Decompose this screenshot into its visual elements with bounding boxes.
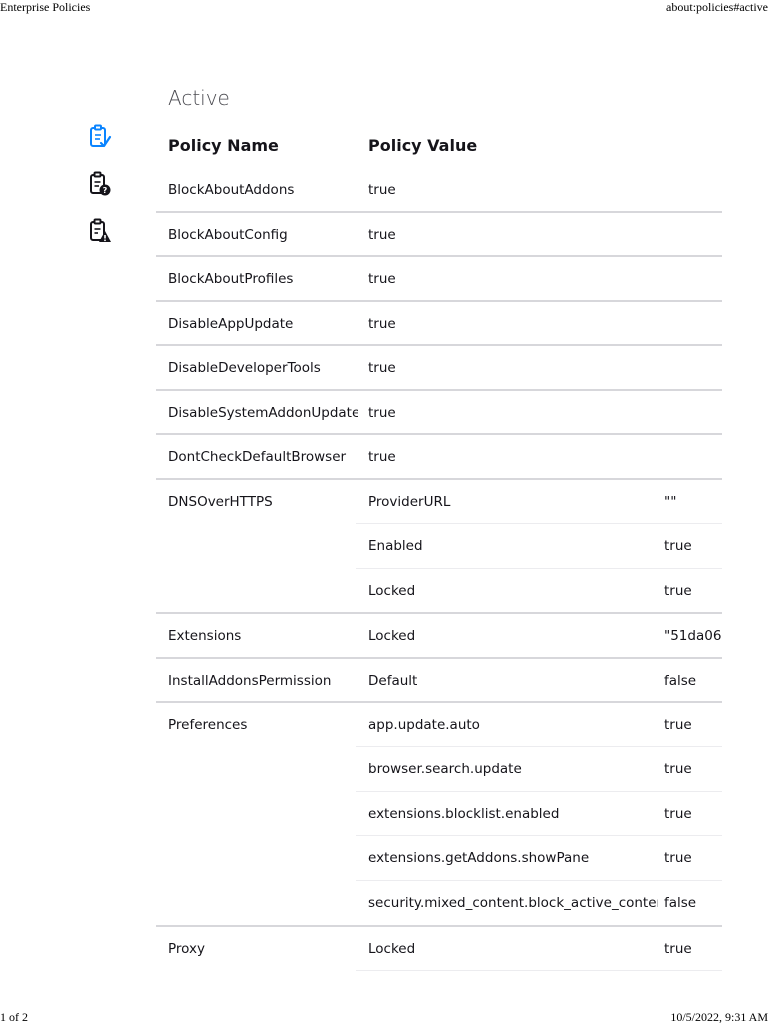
table-row: security.mixed_content.block_active_cont…: [156, 881, 722, 925]
table-row: DontCheckDefaultBrowser true: [156, 435, 722, 479]
table-row: DNSOverHTTPS ProviderURL "": [156, 480, 722, 524]
policy-name: DisableDeveloperTools: [168, 360, 321, 376]
policy-value: true: [664, 538, 692, 554]
table-row: Extensions Locked "51da068: [156, 614, 722, 658]
table-row: extensions.blocklist.enabled true: [156, 792, 722, 836]
policy-key: true: [368, 316, 396, 332]
policy-key: extensions.blocklist.enabled: [368, 806, 560, 822]
policy-name: BlockAboutAddons: [168, 182, 295, 198]
policy-value: true: [664, 761, 692, 777]
active-policies-icon[interactable]: [88, 124, 112, 150]
column-header-policy-value: Policy Value: [368, 136, 478, 155]
policy-name: DontCheckDefaultBrowser: [168, 449, 347, 465]
policy-key: Locked: [368, 628, 416, 644]
policy-value: "51da068: [664, 628, 722, 644]
table-row: Enabled true: [156, 524, 722, 568]
policy-key: extensions.getAddons.showPane: [368, 850, 590, 866]
policy-key: true: [368, 360, 396, 376]
print-header: Enterprise Policies about:policies#activ…: [0, 0, 768, 16]
table-row: Preferences app.update.auto true: [156, 703, 722, 747]
policy-name: Extensions: [168, 628, 242, 644]
policy-value: false: [664, 895, 697, 911]
table-row: Proxy Locked true: [156, 927, 722, 971]
table-row: InstallAddonsPermission Default false: [156, 659, 722, 703]
documentation-icon[interactable]: ?: [88, 171, 112, 197]
print-page-title: Enterprise Policies: [0, 0, 91, 14]
policy-name: Preferences: [168, 717, 248, 733]
table-row: browser.search.update true: [156, 747, 722, 791]
table-row: BlockAboutConfig true: [156, 213, 722, 257]
table-row: DisableDeveloperTools true: [156, 346, 722, 390]
policy-key: Locked: [368, 583, 416, 599]
policy-name: Proxy: [168, 941, 205, 957]
policy-name: DNSOverHTTPS: [168, 494, 273, 510]
policy-name: DisableSystemAddonUpdate: [168, 405, 358, 421]
policy-key: ProviderURL: [368, 494, 451, 510]
policy-value: true: [664, 806, 692, 822]
policy-key: app.update.auto: [368, 717, 480, 733]
policy-name: BlockAboutConfig: [168, 227, 288, 243]
policy-name: DisableAppUpdate: [168, 316, 294, 332]
policy-key: true: [368, 271, 396, 287]
policy-value: true: [664, 717, 692, 733]
print-datetime: 10/5/2022, 9:31 AM: [670, 1010, 768, 1024]
policy-key: Default: [368, 673, 418, 689]
table-row: Locked true: [156, 569, 722, 613]
policy-key: Enabled: [368, 538, 423, 554]
table-row: BlockAboutProfiles true: [156, 257, 722, 301]
policy-key: Locked: [368, 941, 416, 957]
policy-name: InstallAddonsPermission: [168, 673, 332, 689]
policy-key: security.mixed_content.block_active_cont…: [368, 895, 658, 911]
policy-value: true: [664, 850, 692, 866]
print-page-url: about:policies#active: [666, 0, 768, 14]
table-row: DisableSystemAddonUpdate true: [156, 391, 722, 435]
policy-key: true: [368, 182, 396, 198]
policy-key: browser.search.update: [368, 761, 522, 777]
page-title: Active: [168, 86, 230, 110]
policy-key: true: [368, 449, 396, 465]
policy-name: BlockAboutProfiles: [168, 271, 294, 287]
policy-value: "": [664, 494, 677, 510]
policy-key: true: [368, 227, 396, 243]
print-page-number: 1 of 2: [0, 1010, 28, 1024]
column-header-policy-name: Policy Name: [168, 136, 279, 155]
sub-row-divider: [356, 970, 722, 971]
table-row: extensions.getAddons.showPane true: [156, 836, 722, 880]
policy-key: true: [368, 405, 396, 421]
policy-value: false: [664, 673, 697, 689]
policy-value: true: [664, 583, 692, 599]
table-row: DisableAppUpdate true: [156, 302, 722, 346]
table-row: BlockAboutAddons true: [156, 168, 722, 212]
policy-value: true: [664, 941, 692, 957]
svg-text:?: ?: [103, 186, 108, 195]
errors-icon[interactable]: [88, 218, 112, 244]
